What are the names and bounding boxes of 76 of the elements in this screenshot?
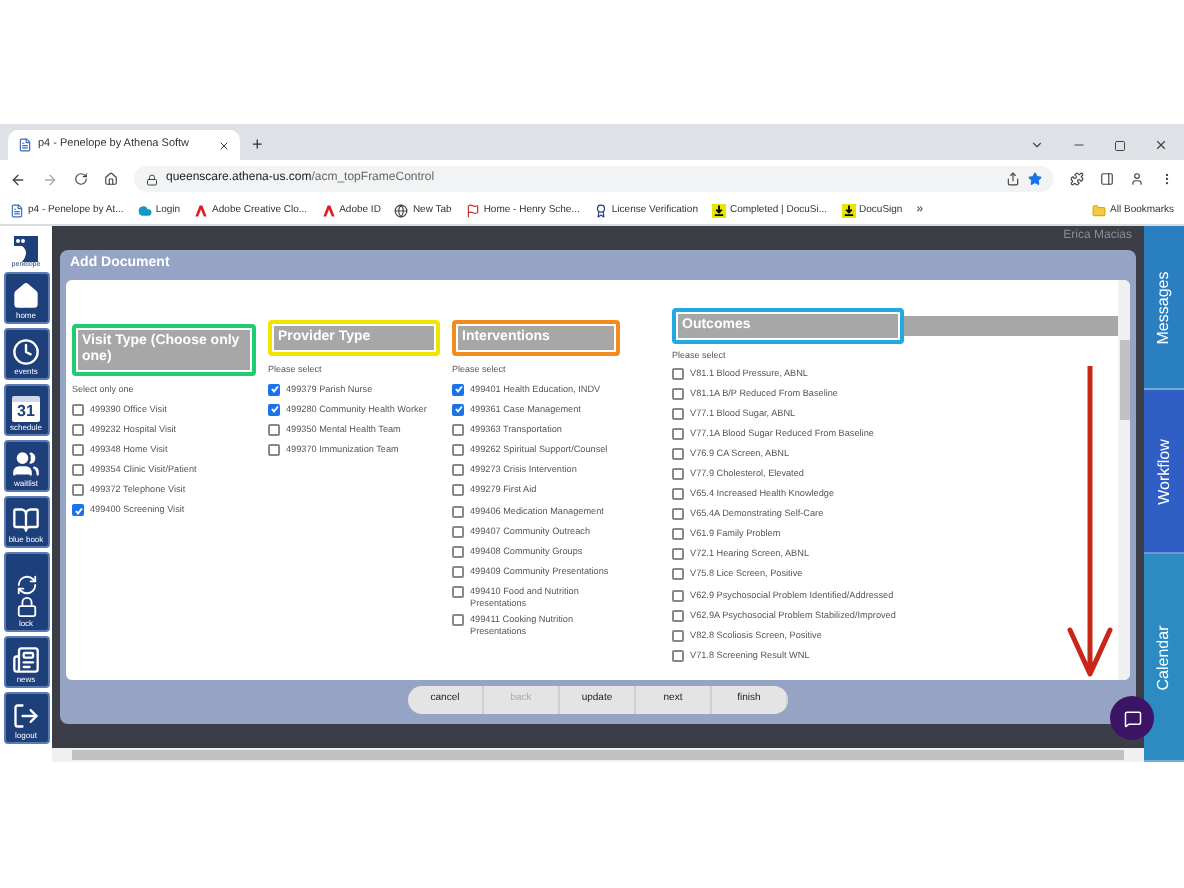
- calendar-icon: 31: [12, 396, 40, 422]
- reload-icon[interactable]: [74, 172, 88, 186]
- close-icon[interactable]: [218, 139, 230, 151]
- logo-icon: [321, 204, 336, 218]
- folder-icon: [1092, 204, 1107, 218]
- checkbox[interactable]: [72, 443, 84, 456]
- cloud-icon: [137, 204, 152, 218]
- side-tab[interactable]: Workflow: [1144, 390, 1184, 554]
- page-icon: [10, 204, 24, 218]
- logo-icon: [10, 235, 42, 261]
- chat-icon: [1123, 709, 1141, 727]
- checkbox[interactable]: [672, 427, 684, 440]
- profile-icon[interactable]: [1130, 172, 1144, 186]
- checkbox[interactable]: [672, 488, 684, 501]
- logo-icon: [194, 204, 209, 218]
- checkbox[interactable]: [452, 464, 464, 477]
- checkbox[interactable]: [672, 508, 684, 521]
- people-icon: [12, 450, 40, 478]
- checkbox[interactable]: [672, 609, 684, 622]
- checkbox[interactable]: [268, 423, 280, 436]
- share-icon[interactable]: [1006, 172, 1020, 186]
- checkbox[interactable]: [672, 387, 684, 400]
- logout-icon: [12, 702, 40, 730]
- scrollbar[interactable]: [1118, 280, 1130, 680]
- checkbox[interactable]: [452, 614, 464, 627]
- checkbox[interactable]: [672, 447, 684, 460]
- book-icon: [12, 506, 40, 534]
- checkbox[interactable]: [452, 566, 464, 579]
- chevron-icon[interactable]: [1030, 138, 1044, 152]
- checkbox[interactable]: [672, 589, 684, 602]
- home-icon: [12, 282, 40, 310]
- sync-lock-icon: [15, 574, 37, 618]
- menu-icon[interactable]: [1160, 172, 1174, 186]
- checkbox[interactable]: [452, 546, 464, 558]
- checkbox[interactable]: [672, 649, 684, 662]
- back-icon[interactable]: [10, 171, 26, 187]
- chat-button[interactable]: [1110, 696, 1154, 740]
- checkbox[interactable]: [672, 548, 684, 561]
- checkbox[interactable]: [672, 528, 684, 541]
- download-icon: [711, 204, 726, 218]
- checkbox[interactable]: [452, 525, 464, 538]
- checkbox[interactable]: [672, 568, 684, 581]
- checkbox[interactable]: [72, 423, 84, 436]
- page-icon: [18, 138, 32, 152]
- lock-icon: [146, 173, 158, 185]
- side-panel-icon[interactable]: [1100, 172, 1114, 186]
- checkbox[interactable]: [672, 629, 684, 642]
- checkbox[interactable]: [452, 484, 464, 497]
- checkbox[interactable]: [672, 367, 684, 379]
- checkbox[interactable]: [72, 484, 84, 497]
- seal-icon: [593, 204, 608, 218]
- horizontal-scrollbar[interactable]: [52, 748, 1144, 762]
- checkbox[interactable]: [672, 467, 684, 480]
- extensions-icon[interactable]: [1070, 172, 1084, 186]
- checkbox[interactable]: [452, 444, 464, 457]
- checkbox[interactable]: [452, 423, 464, 436]
- download-icon: [841, 204, 856, 218]
- globe-icon: [394, 204, 409, 218]
- checkbox[interactable]: [672, 407, 684, 420]
- close-icon[interactable]: [1154, 138, 1168, 152]
- checkbox[interactable]: [268, 444, 280, 457]
- checkbox[interactable]: [452, 505, 464, 518]
- forward-icon[interactable]: [42, 171, 58, 187]
- checkbox[interactable]: [72, 403, 84, 415]
- clock-icon: [12, 338, 40, 366]
- news-icon: [12, 646, 40, 674]
- side-tab[interactable]: Messages: [1144, 226, 1184, 390]
- minimize-icon[interactable]: [1072, 138, 1086, 152]
- flag-icon: [465, 204, 480, 218]
- home-icon[interactable]: [104, 172, 118, 186]
- restore-icon[interactable]: [1114, 139, 1126, 151]
- new-tab-button[interactable]: +: [252, 136, 263, 154]
- checkbox[interactable]: [452, 586, 464, 599]
- checkbox[interactable]: [72, 464, 84, 477]
- side-tab[interactable]: Calendar: [1144, 554, 1184, 762]
- star-icon[interactable]: [1028, 172, 1042, 186]
